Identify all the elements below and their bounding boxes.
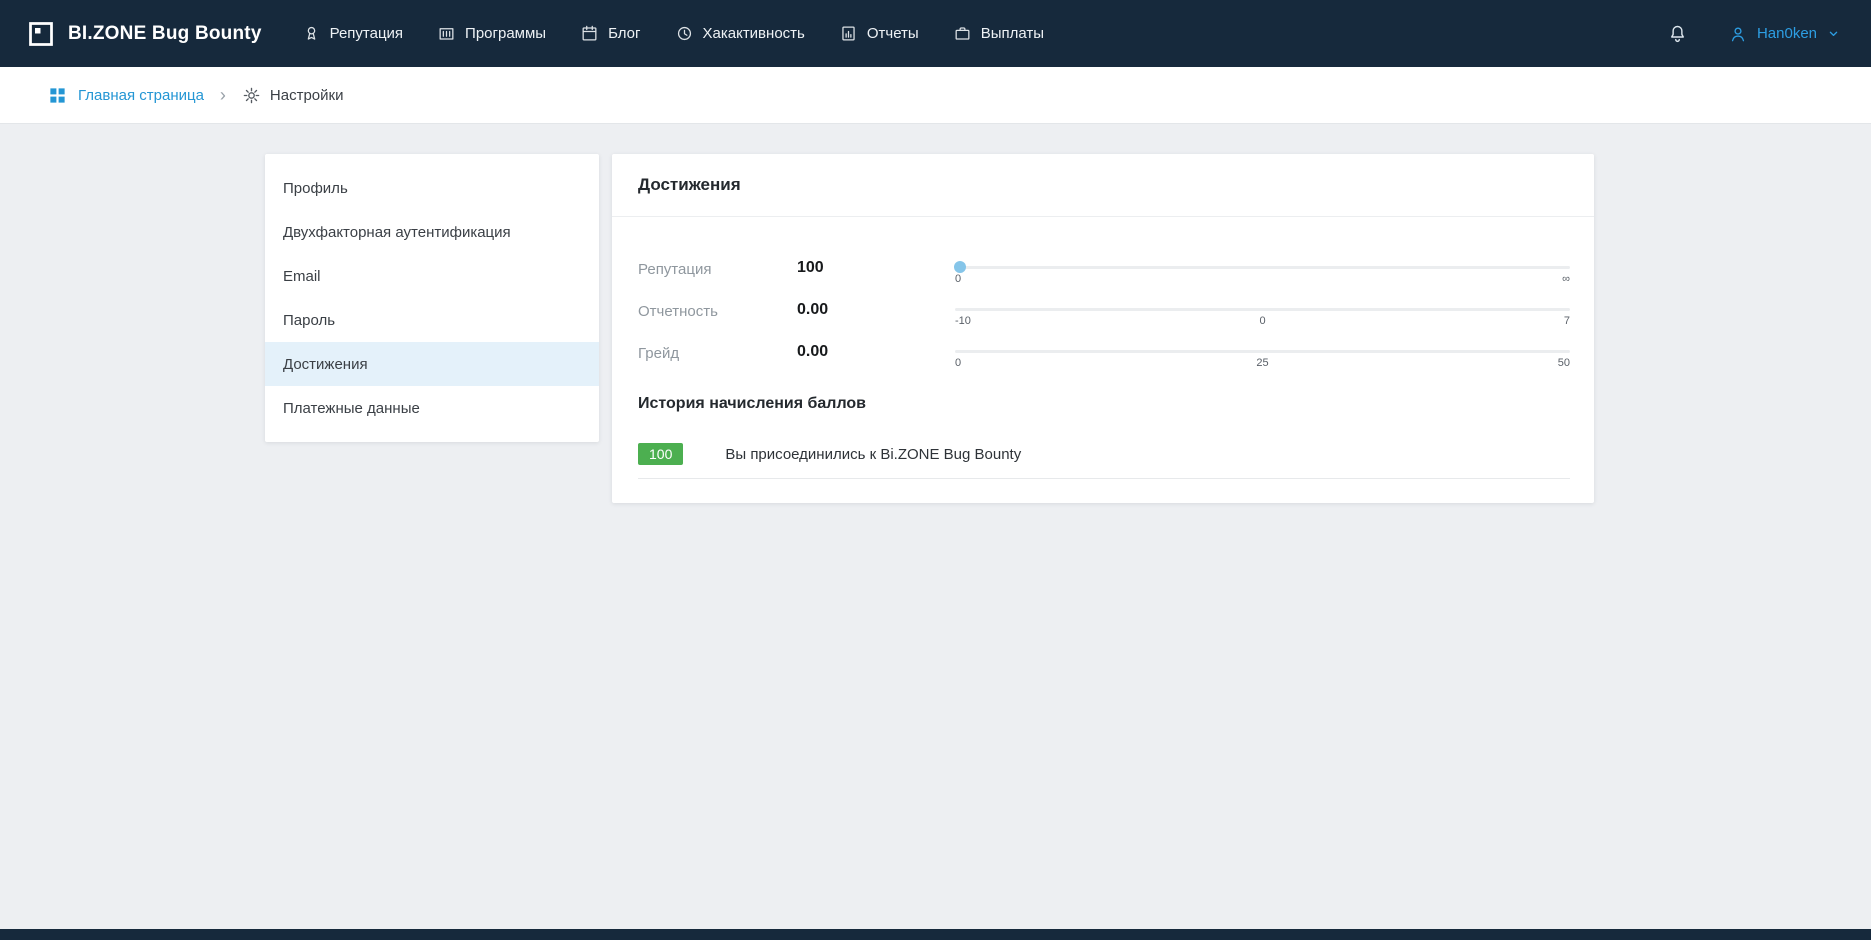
nav-right: Han0ken bbox=[1667, 23, 1841, 44]
breadcrumb-current-label: Настройки bbox=[270, 87, 344, 104]
slider-handle[interactable] bbox=[954, 261, 966, 273]
metric-row-grade: Грейд 0.00 0 25 50 bbox=[638, 343, 1570, 369]
achievements-card: Достижения Репутация 100 0 ∞ Отчетн bbox=[612, 154, 1594, 503]
breadcrumb-home-label: Главная страница bbox=[78, 87, 204, 104]
breadcrumb: Главная страница › Настройки bbox=[0, 67, 1871, 124]
clock-history-icon bbox=[675, 24, 694, 43]
points-history-title: История начисления баллов bbox=[638, 395, 1570, 413]
metric-label: Репутация bbox=[638, 259, 797, 278]
menu-item-achievements[interactable]: Достижения bbox=[265, 342, 599, 386]
card-title: Достижения bbox=[612, 154, 1594, 217]
breadcrumb-home-link[interactable]: Главная страница bbox=[48, 86, 204, 105]
scale-max: 50 bbox=[1558, 357, 1570, 369]
scale-min: -10 bbox=[955, 315, 971, 327]
nav-label: Блог bbox=[608, 25, 640, 42]
metric-row-reporting: Отчетность 0.00 -10 0 7 bbox=[638, 301, 1570, 327]
slider-track bbox=[955, 350, 1570, 353]
main-content: Профиль Двухфакторная аутентификация Ema… bbox=[0, 124, 1871, 503]
gear-icon bbox=[242, 86, 261, 105]
calendar-icon bbox=[580, 24, 599, 43]
user-menu[interactable]: Han0ken bbox=[1728, 24, 1841, 44]
chevron-down-icon bbox=[1826, 26, 1841, 41]
brand[interactable]: BI.ZONE Bug Bounty bbox=[26, 19, 262, 49]
card-body: Репутация 100 0 ∞ Отчетность 0.00 bbox=[612, 217, 1594, 503]
metric-value: 100 bbox=[797, 259, 955, 277]
settings-menu: Профиль Двухфакторная аутентификация Ema… bbox=[265, 154, 599, 442]
brand-title: BI.ZONE Bug Bounty bbox=[68, 23, 262, 45]
nav-reports[interactable]: Отчеты bbox=[839, 24, 919, 43]
history-entry-text: Вы присоединились к Bi.ZONE Bug Bounty bbox=[725, 446, 1021, 463]
menu-item-payment-data[interactable]: Платежные данные bbox=[265, 386, 599, 430]
menu-item-2fa[interactable]: Двухфакторная аутентификация bbox=[265, 210, 599, 254]
scale-mid: 0 bbox=[1259, 315, 1265, 327]
slider-scale: 0 25 50 bbox=[955, 357, 1570, 369]
slider-track bbox=[955, 266, 1570, 269]
points-badge: 100 bbox=[638, 443, 683, 465]
nav-hackactivity[interactable]: Хакактивность bbox=[675, 24, 805, 43]
breadcrumb-current: Настройки bbox=[242, 86, 344, 105]
scale-max: 7 bbox=[1564, 315, 1570, 327]
building-icon bbox=[437, 24, 456, 43]
scale-min: 0 bbox=[955, 357, 961, 369]
menu-item-profile[interactable]: Профиль bbox=[265, 166, 599, 210]
chevron-right-icon: › bbox=[220, 86, 226, 104]
metric-value: 0.00 bbox=[797, 343, 955, 361]
nav-blog[interactable]: Блог bbox=[580, 24, 640, 43]
nav-programs[interactable]: Программы bbox=[437, 24, 546, 43]
scale-mid: 25 bbox=[1256, 357, 1268, 369]
bizone-logo-icon bbox=[26, 19, 56, 49]
user-icon bbox=[1728, 24, 1748, 44]
scale-max: ∞ bbox=[1562, 273, 1570, 285]
medal-icon bbox=[302, 24, 321, 43]
grid-icon bbox=[48, 86, 67, 105]
metric-label: Грейд bbox=[638, 343, 797, 362]
points-history: История начисления баллов 100 Вы присоед… bbox=[638, 395, 1570, 503]
reputation-slider: 0 ∞ bbox=[955, 259, 1570, 285]
top-navigation: BI.ZONE Bug Bounty Репутация Программы bbox=[0, 0, 1871, 67]
nav-label: Хакактивность bbox=[703, 25, 805, 42]
slider-scale: 0 ∞ bbox=[955, 273, 1570, 285]
slider-track bbox=[955, 308, 1570, 311]
history-entry: 100 Вы присоединились к Bi.ZONE Bug Boun… bbox=[638, 443, 1570, 479]
nav-payouts[interactable]: Выплаты bbox=[953, 24, 1044, 43]
nav-label: Отчеты bbox=[867, 25, 919, 42]
briefcase-icon bbox=[953, 24, 972, 43]
metric-value: 0.00 bbox=[797, 301, 955, 319]
nav-reputation[interactable]: Репутация bbox=[302, 24, 403, 43]
scale-min: 0 bbox=[955, 273, 961, 285]
menu-item-email[interactable]: Email bbox=[265, 254, 599, 298]
menu-item-password[interactable]: Пароль bbox=[265, 298, 599, 342]
slider-scale: -10 0 7 bbox=[955, 315, 1570, 327]
nav-label: Выплаты bbox=[981, 25, 1044, 42]
report-icon bbox=[839, 24, 858, 43]
metric-label: Отчетность bbox=[638, 301, 797, 320]
main-nav: Репутация Программы Блог bbox=[302, 24, 1044, 43]
grade-slider: 0 25 50 bbox=[955, 343, 1570, 369]
bell-icon[interactable] bbox=[1667, 23, 1688, 44]
nav-label: Программы bbox=[465, 25, 546, 42]
metric-row-reputation: Репутация 100 0 ∞ bbox=[638, 259, 1570, 285]
username: Han0ken bbox=[1757, 25, 1817, 42]
nav-label: Репутация bbox=[330, 25, 403, 42]
footer-bar bbox=[0, 929, 1871, 940]
reporting-slider: -10 0 7 bbox=[955, 301, 1570, 327]
